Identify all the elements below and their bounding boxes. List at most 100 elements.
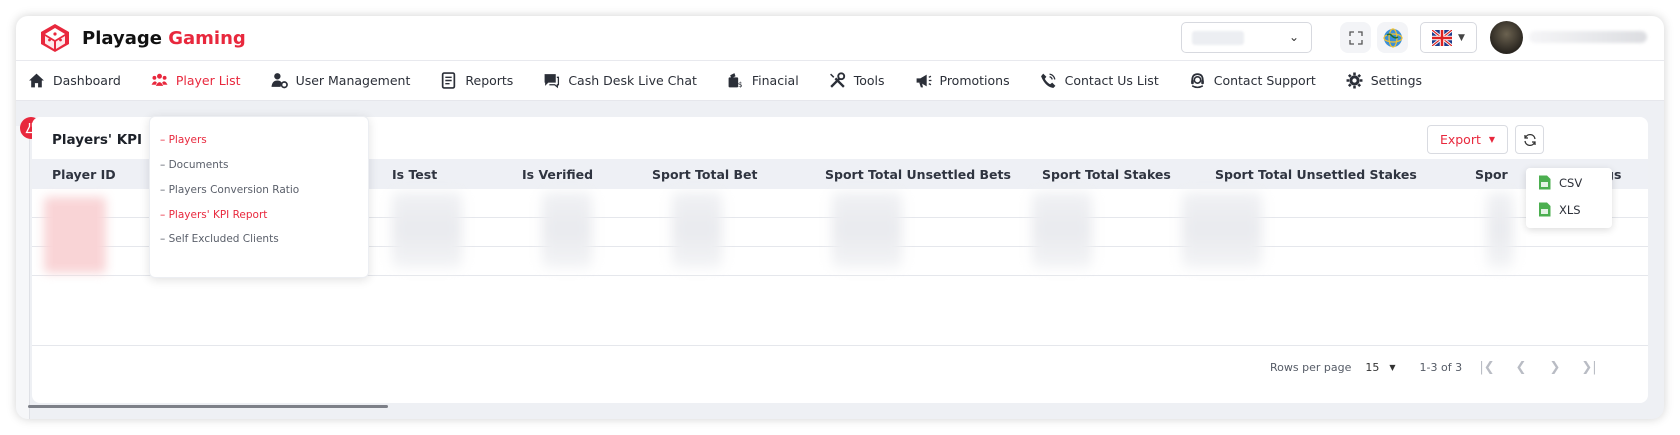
nav-user-management[interactable]: User Management bbox=[271, 61, 411, 101]
avatar[interactable] bbox=[1490, 21, 1523, 54]
column-header-sport-total-stakes[interactable]: Sport Total Stakes bbox=[1042, 167, 1171, 182]
table-footer-divider bbox=[32, 345, 1648, 346]
nav-contact-support[interactable]: Contact Support bbox=[1189, 61, 1316, 101]
top-bar: Playage Gaming ⌄ ▼ bbox=[16, 16, 1664, 61]
nav-label: Contact Support bbox=[1213, 73, 1316, 88]
menu-item-players-conversion-ratio[interactable]: – Players Conversion Ratio bbox=[160, 184, 299, 196]
nav-label: User Management bbox=[295, 73, 411, 88]
nav-cash-desk-live-chat[interactable]: Cash Desk Live Chat bbox=[543, 61, 697, 101]
chat-icon bbox=[544, 74, 560, 89]
refresh-icon bbox=[1523, 133, 1536, 146]
globe-icon bbox=[1382, 27, 1403, 48]
brand-name: Playage Gaming bbox=[82, 27, 246, 49]
user-name[interactable] bbox=[1529, 31, 1647, 43]
nav-label: Cash Desk Live Chat bbox=[568, 73, 697, 88]
nav-player-list[interactable]: Player List bbox=[151, 61, 241, 101]
column-header-player-id[interactable]: Player ID bbox=[52, 167, 116, 182]
nav-reports[interactable]: Reports bbox=[440, 61, 513, 101]
caret-down-icon: ▼ bbox=[1389, 363, 1396, 372]
redacted-cells bbox=[542, 192, 592, 268]
rows-per-page-select[interactable]: 15 ▼ bbox=[1365, 361, 1395, 374]
column-header-is-verified[interactable]: Is Verified bbox=[522, 167, 593, 182]
export-button[interactable]: Export ▼ bbox=[1427, 125, 1508, 154]
rows-per-page-label: Rows per page bbox=[1270, 361, 1352, 374]
nav-label: Finacial bbox=[751, 73, 799, 88]
globe-button[interactable] bbox=[1377, 22, 1408, 53]
nav-promotions[interactable]: Promotions bbox=[915, 61, 1010, 101]
nav-label: Contact Us List bbox=[1064, 73, 1159, 88]
phone-icon bbox=[1040, 73, 1056, 88]
player-list-menu: – Players – Documents – Players Conversi… bbox=[149, 116, 369, 278]
fullscreen-icon bbox=[1348, 30, 1363, 45]
column-header-sport-total-bet[interactable]: Sport Total Bet bbox=[652, 167, 758, 182]
chevron-down-icon: ⌄ bbox=[1288, 30, 1299, 44]
brand-logo[interactable]: Playage Gaming bbox=[38, 22, 246, 54]
nav-label: Tools bbox=[853, 73, 885, 88]
redacted-cells bbox=[1487, 192, 1513, 268]
caret-down-icon: ▼ bbox=[1458, 32, 1465, 43]
sidebar-strip bbox=[16, 126, 30, 419]
xls-file-icon bbox=[1539, 202, 1551, 217]
nav-settings[interactable]: Settings bbox=[1346, 61, 1422, 101]
gear-icon bbox=[1346, 72, 1363, 89]
export-option-csv[interactable]: CSV bbox=[1538, 175, 1582, 190]
main-nav: Dashboard Player List User Management Re… bbox=[16, 61, 1664, 101]
menu-item-self-excluded-clients[interactable]: – Self Excluded Clients bbox=[160, 233, 279, 245]
fullscreen-button[interactable] bbox=[1340, 22, 1371, 53]
pager: |❮ ❮ ❯ ❯| bbox=[1479, 360, 1597, 375]
home-icon bbox=[29, 73, 44, 88]
pagination-controls: Rows per page 15 ▼ 1-3 of 3 bbox=[1270, 361, 1462, 374]
column-header-sport-total-unsettled-bets[interactable]: Sport Total Unsettled Bets bbox=[825, 167, 1011, 182]
next-page-icon[interactable]: ❯ bbox=[1547, 360, 1563, 375]
export-option-label: XLS bbox=[1559, 202, 1581, 217]
uk-flag-icon bbox=[1432, 29, 1453, 46]
headset-icon bbox=[1190, 73, 1204, 89]
nav-dashboard[interactable]: Dashboard bbox=[28, 61, 121, 101]
menu-item-players-kpi-report[interactable]: – Players' KPI Report bbox=[160, 209, 267, 221]
nav-label: Promotions bbox=[939, 73, 1010, 88]
report-icon bbox=[442, 72, 456, 89]
nav-contact-us-list[interactable]: Contact Us List bbox=[1040, 61, 1159, 101]
last-page-icon[interactable]: ❯| bbox=[1581, 360, 1597, 375]
redacted-player-ids bbox=[44, 197, 106, 273]
redacted-cells bbox=[1032, 192, 1092, 268]
redacted-cells bbox=[832, 192, 902, 268]
site-select-value bbox=[1192, 31, 1244, 45]
app-window: Playage Gaming ⌄ ▼ Dashboard Player List… bbox=[16, 16, 1664, 419]
nav-label: Settings bbox=[1370, 73, 1423, 88]
user-gear-icon bbox=[271, 73, 288, 89]
tools-icon bbox=[829, 72, 845, 88]
nav-label: Player List bbox=[175, 73, 241, 88]
site-select[interactable]: ⌄ bbox=[1181, 22, 1312, 53]
export-option-label: CSV bbox=[1559, 175, 1583, 190]
dice-logo-icon bbox=[41, 24, 69, 52]
column-header-is-test[interactable]: Is Test bbox=[392, 167, 437, 182]
column-header-sport-total-unsettled-stakes[interactable]: Sport Total Unsettled Stakes bbox=[1215, 167, 1417, 182]
svg-text:$: $ bbox=[738, 80, 743, 89]
pagination-range: 1-3 of 3 bbox=[1419, 361, 1463, 374]
export-option-xls[interactable]: XLS bbox=[1538, 202, 1581, 217]
nav-tools[interactable]: Tools bbox=[829, 61, 885, 101]
previous-page-icon[interactable]: ❮ bbox=[1513, 360, 1529, 375]
redacted-cells bbox=[1182, 192, 1262, 268]
language-select[interactable]: ▼ bbox=[1420, 22, 1477, 53]
column-header-sport-truncated[interactable]: Spor bbox=[1475, 167, 1508, 182]
refresh-button[interactable] bbox=[1515, 125, 1544, 154]
users-icon bbox=[151, 73, 168, 86]
menu-item-documents[interactable]: – Documents bbox=[160, 159, 228, 171]
caret-down-icon: ▼ bbox=[1488, 135, 1496, 144]
redacted-cells bbox=[392, 192, 462, 268]
redacted-cells bbox=[672, 192, 722, 268]
export-label: Export bbox=[1439, 132, 1481, 147]
nav-label: Dashboard bbox=[53, 73, 121, 88]
page-title: Players' KPI bbox=[52, 132, 143, 148]
export-menu: CSV XLS bbox=[1526, 168, 1612, 228]
horizontal-scrollbar[interactable] bbox=[28, 405, 388, 408]
money-icon: $ bbox=[728, 73, 743, 89]
nav-finacial[interactable]: $ Finacial bbox=[727, 61, 799, 101]
first-page-icon[interactable]: |❮ bbox=[1479, 360, 1495, 375]
menu-item-players[interactable]: – Players bbox=[160, 134, 207, 146]
csv-file-icon bbox=[1539, 175, 1551, 190]
rows-per-page-value: 15 bbox=[1365, 361, 1380, 374]
nav-label: Reports bbox=[465, 73, 514, 88]
